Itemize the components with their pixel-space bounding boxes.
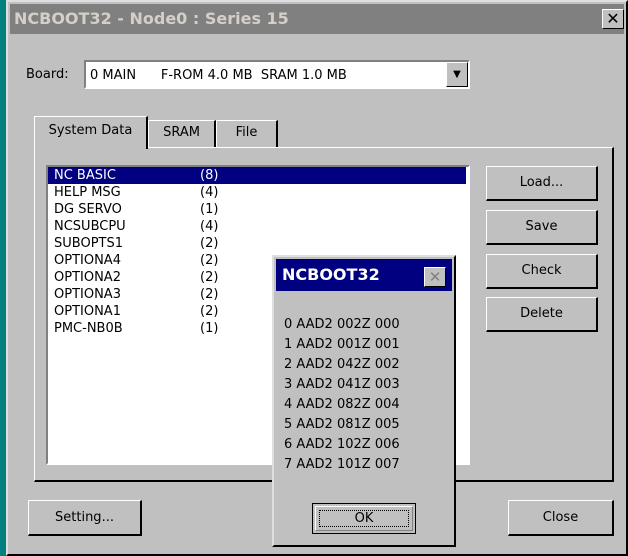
- ncboot32-dialog: NCBOOT32 ✕ 0 AAD2 002Z 000 1 AAD2 001Z 00…: [272, 255, 456, 547]
- tab-sram[interactable]: SRAM: [148, 120, 216, 147]
- tab-label: File: [235, 125, 258, 140]
- board-label: Board:: [26, 67, 69, 82]
- dialog-titlebar[interactable]: NCBOOT32 ✕: [276, 259, 452, 291]
- ok-button[interactable]: OK: [312, 503, 416, 534]
- dialog-title: NCBOOT32: [282, 265, 380, 284]
- list-item-count: (2): [200, 270, 219, 285]
- list-item-name: SUBOPTS1: [54, 236, 123, 251]
- list-item-count: (4): [200, 185, 219, 200]
- load-button[interactable]: Load...: [486, 166, 598, 201]
- dialog-line: 2 AAD2 042Z 002: [284, 357, 400, 372]
- dialog-line: 6 AAD2 102Z 006: [284, 437, 400, 452]
- dialog-message: 0 AAD2 002Z 000 1 AAD2 001Z 001 2 AAD2 042…: [284, 315, 450, 475]
- list-item-name: NC BASIC: [54, 168, 116, 183]
- list-item-name: HELP MSG: [54, 185, 121, 200]
- dialog-line: 4 AAD2 082Z 004: [284, 397, 400, 412]
- list-item-count: (2): [200, 287, 219, 302]
- board-select-value: 0 MAIN F-ROM 4.0 MB SRAM 1.0 MB: [90, 68, 347, 83]
- window-titlebar[interactable]: NCBOOT32 - Node0 : Series 15 ✕: [10, 4, 624, 34]
- dialog-line: 3 AAD2 041Z 003: [284, 377, 400, 392]
- dialog-line: 0 AAD2 002Z 000: [284, 317, 400, 332]
- list-item-name: OPTIONA2: [54, 270, 121, 285]
- list-item-name: OPTIONA4: [54, 253, 121, 268]
- delete-button[interactable]: Delete: [486, 297, 598, 332]
- list-item-name: OPTIONA1: [54, 304, 121, 319]
- list-item-name: NCSUBCPU: [54, 219, 126, 234]
- close-icon[interactable]: ✕: [602, 9, 624, 29]
- tab-label: System Data: [48, 123, 133, 138]
- close-button[interactable]: Close: [508, 500, 614, 536]
- setting-button[interactable]: Setting...: [28, 500, 142, 536]
- board-select[interactable]: 0 MAIN F-ROM 4.0 MB SRAM 1.0 MB ▼: [84, 60, 470, 89]
- list-item-name: DG SERVO: [54, 202, 122, 217]
- list-item-count: (2): [200, 253, 219, 268]
- tab-system-data[interactable]: System Data: [34, 116, 148, 149]
- list-item[interactable]: SUBOPTS1 (2): [48, 235, 468, 252]
- window-title: NCBOOT32 - Node0 : Series 15: [14, 9, 289, 28]
- save-button[interactable]: Save: [486, 210, 598, 245]
- list-item-name: OPTIONA3: [54, 287, 121, 302]
- list-item-count: (4): [200, 219, 219, 234]
- list-item-count: (1): [200, 321, 219, 336]
- dialog-line: 1 AAD2 001Z 001: [284, 337, 400, 352]
- dialog-line: 5 AAD2 081Z 005: [284, 417, 400, 432]
- tab-file[interactable]: File: [216, 120, 278, 147]
- list-item-name: PMC-NB0B: [54, 321, 123, 336]
- tab-label: SRAM: [163, 125, 200, 140]
- dialog-line: 7 AAD2 101Z 007: [284, 457, 400, 472]
- list-item[interactable]: HELP MSG (4): [48, 184, 468, 201]
- ok-button-label: OK: [319, 510, 409, 527]
- dialog-close-icon[interactable]: ✕: [424, 267, 446, 287]
- list-item[interactable]: NC BASIC (8): [48, 167, 466, 184]
- list-item-count: (2): [200, 304, 219, 319]
- list-item-count: (8): [200, 168, 219, 183]
- list-item[interactable]: DG SERVO (1): [48, 201, 468, 218]
- list-item[interactable]: NCSUBCPU (4): [48, 218, 468, 235]
- list-item-count: (1): [200, 202, 219, 217]
- check-button[interactable]: Check: [486, 254, 598, 289]
- list-item-count: (2): [200, 236, 219, 251]
- chevron-down-icon[interactable]: ▼: [446, 62, 468, 87]
